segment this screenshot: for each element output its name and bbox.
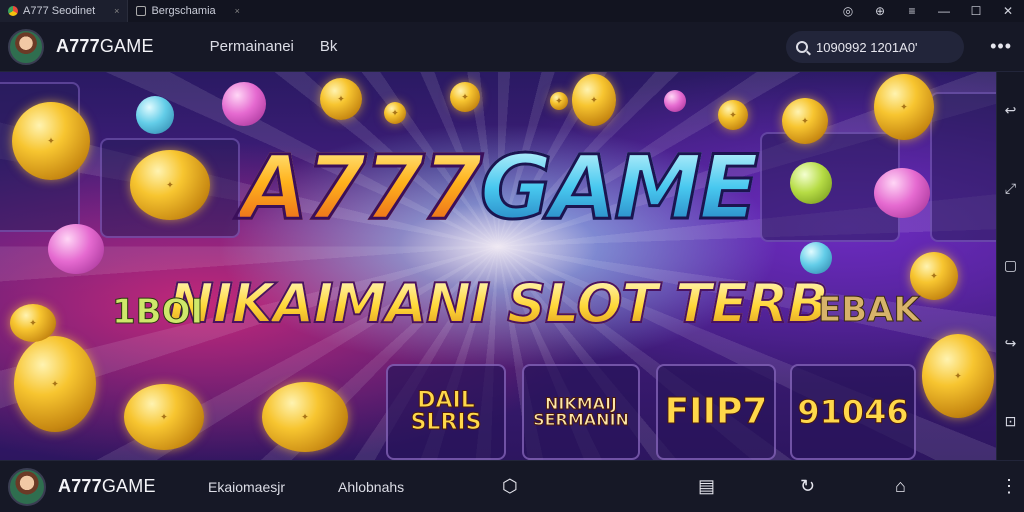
extension-icon[interactable]: ⊕ — [864, 0, 896, 22]
search-icon — [796, 41, 808, 53]
coin-icon — [572, 74, 616, 126]
page-icon — [136, 6, 147, 16]
gem-icon — [664, 90, 686, 112]
coin-icon — [262, 382, 348, 452]
banner-title: A777GAME — [0, 135, 996, 241]
minimize-icon[interactable]: — — [928, 0, 960, 22]
gem-icon — [800, 242, 832, 274]
coin-icon — [450, 82, 480, 112]
document-icon[interactable]: ▤ — [698, 476, 715, 497]
game-card[interactable]: NIKMAIJ SERMANIN — [522, 364, 640, 460]
gem-icon — [136, 96, 174, 134]
account-icon[interactable]: ◎ — [832, 0, 864, 22]
expand-icon[interactable]: ⤢ — [1005, 180, 1016, 197]
bottom-nav-item[interactable]: Ahlobnahs — [338, 479, 404, 495]
right-toolbar: ↩ ⤢ ▢ ↪ ⊡ — [996, 72, 1024, 460]
coin-icon — [874, 74, 934, 140]
coin-icon — [922, 334, 994, 418]
close-window-icon[interactable]: ✕ — [992, 0, 1024, 22]
app-icon — [8, 6, 18, 16]
close-icon[interactable]: × — [114, 6, 119, 16]
window-controls: ◎ ⊕ ≡ — ☐ ✕ — [832, 0, 1024, 22]
coin-icon — [14, 336, 96, 432]
brand-bold: A777 — [56, 36, 100, 56]
nav-item-bk[interactable]: Bk — [320, 38, 338, 55]
menu-icon[interactable]: ≡ — [896, 0, 928, 22]
title-part-a: A777 — [239, 135, 485, 241]
bottom-bar: A777GAME Ekaiomaesjr Ahlobnahs ⬡ ▤ ↻ ⌂ ⋮ — [0, 460, 1024, 512]
brand-logo[interactable]: A777GAME — [58, 476, 156, 497]
home-icon[interactable]: ⬡ — [502, 476, 518, 497]
browser-tab-1[interactable]: A777 Seodinet × — [0, 0, 129, 22]
coin-icon — [718, 100, 748, 130]
store-icon[interactable]: ⌂ — [895, 476, 906, 497]
coin-icon — [320, 78, 362, 120]
app-header: A777GAME Permainanei Bk 1090992 1201A0' … — [0, 22, 1024, 72]
maximize-icon[interactable]: ☐ — [960, 0, 992, 22]
tab-label: Bergschamia — [151, 5, 216, 17]
game-card-label: 91046 — [797, 393, 909, 431]
avatar[interactable] — [8, 467, 46, 506]
more-icon[interactable]: ••• — [990, 36, 1012, 57]
refresh-icon[interactable]: ↻ — [800, 476, 815, 497]
nav-item-permainan[interactable]: Permainanei — [210, 38, 294, 55]
back-icon[interactable]: ↩ — [1005, 102, 1017, 119]
side-label-right: EBAK — [818, 290, 921, 331]
avatar[interactable] — [8, 28, 44, 65]
search-input[interactable]: 1090992 1201A0' — [786, 31, 964, 63]
game-card[interactable]: DAIL SLRIS — [386, 364, 506, 460]
hero-banner[interactable]: A777GAME NIKAIMANI SLOT TERB 1BOI EBAK D… — [0, 72, 996, 460]
brand-rest: GAME — [101, 476, 156, 496]
gem-icon — [222, 82, 266, 126]
brand-logo[interactable]: A777GAME — [56, 36, 154, 57]
main-nav: Permainanei Bk — [210, 38, 338, 55]
close-icon[interactable]: × — [235, 6, 240, 16]
title-part-b: GAME — [478, 135, 760, 241]
tab-label: A777 Seodinet — [23, 5, 96, 17]
window-icon[interactable]: ▢ — [1004, 257, 1017, 274]
game-card-label: NIKMAIJ SERMANIN — [533, 394, 630, 429]
brand-bold: A777 — [58, 476, 102, 496]
browser-tab-2[interactable]: Bergschamia × — [128, 0, 247, 22]
coin-icon — [124, 384, 204, 450]
bottom-nav-item[interactable]: Ekaiomaesjr — [208, 479, 285, 495]
coin-icon — [384, 102, 406, 124]
more-icon[interactable]: ⋮ — [1000, 476, 1018, 497]
game-card[interactable]: 91046 — [790, 364, 916, 460]
brand-rest: GAME — [99, 36, 154, 56]
game-card-label: DAIL SLRIS — [410, 388, 482, 435]
forward-icon[interactable]: ↪ — [1005, 335, 1017, 352]
side-label-left: 1BOI — [111, 292, 204, 333]
search-value: 1090992 1201A0' — [816, 39, 918, 55]
coin-icon — [550, 92, 568, 110]
game-card[interactable]: FIIP7 — [656, 364, 776, 460]
screenshot-icon[interactable]: ⊡ — [1005, 413, 1017, 430]
game-card-label: FIIP7 — [664, 391, 768, 432]
